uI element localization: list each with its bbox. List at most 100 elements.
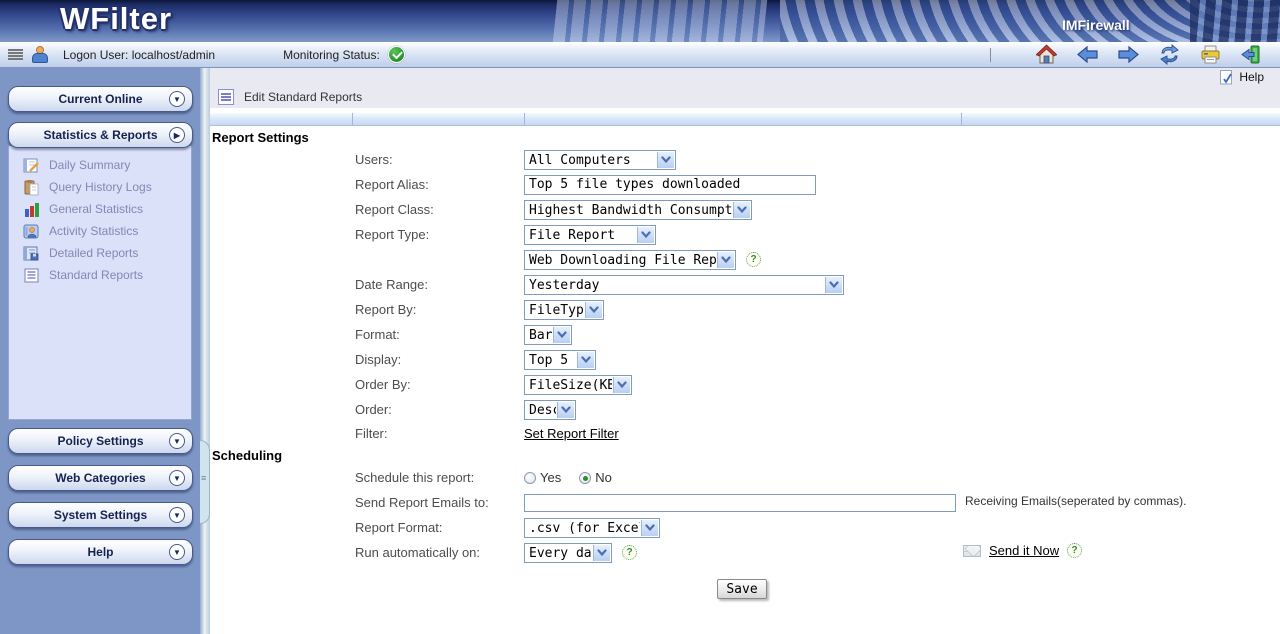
logon-user-label: Logon User: localhost/admin xyxy=(63,48,215,62)
send-it-now-link[interactable]: Send it Now xyxy=(989,543,1059,558)
schedule-no-label: No xyxy=(595,470,612,485)
report-subtype-row: Web Downloading File Report ? xyxy=(210,247,1280,272)
query-history-logs-icon xyxy=(23,179,40,196)
user-icon xyxy=(32,46,49,63)
chevron-down-icon xyxy=(637,227,654,243)
date-range-select[interactable]: Yesterday xyxy=(524,275,844,295)
envelope-icon xyxy=(963,545,981,557)
users-select[interactable]: All Computers xyxy=(524,150,676,170)
home-icon[interactable] xyxy=(1036,44,1057,65)
back-arrow-icon[interactable] xyxy=(1077,44,1098,65)
chevron-down-icon xyxy=(613,377,630,393)
schedule-report-label: Schedule this report: xyxy=(355,470,524,485)
set-report-filter-link[interactable]: Set Report Filter xyxy=(524,426,619,441)
filter-row: Filter: Set Report Filter xyxy=(210,422,1280,444)
help-link[interactable]: Help xyxy=(1239,70,1264,84)
refresh-icon[interactable] xyxy=(1159,44,1180,65)
report-format-label: Report Format: xyxy=(355,520,524,535)
run-automatically-select[interactable]: Every day xyxy=(524,543,612,563)
chevron-down-icon xyxy=(585,302,602,318)
report-class-row: Report Class: Highest Bandwidth Consumpt… xyxy=(210,197,1280,222)
report-alias-input[interactable] xyxy=(524,175,816,195)
top-toolbar: Logon User: localhost/admin Monitoring S… xyxy=(0,42,1280,68)
sidebar-button-help[interactable]: Help ▼ xyxy=(8,539,193,565)
toolbar-separator xyxy=(990,48,991,62)
activity-statistics-icon xyxy=(23,223,40,240)
report-type-row: Report Type: File Report xyxy=(210,222,1280,247)
sidebar-button-policy-settings[interactable]: Policy Settings ▼ xyxy=(8,428,193,454)
sidebar-collapse-handle[interactable] xyxy=(200,440,210,524)
order-by-label: Order By: xyxy=(355,377,524,392)
chevron-down-icon: ▼ xyxy=(169,91,185,107)
receiving-emails-hint: Receiving Emails(seperated by commas). xyxy=(965,494,1186,508)
report-class-select[interactable]: Highest Bandwidth Consumption xyxy=(524,200,752,220)
menu-icon[interactable] xyxy=(8,49,23,61)
chevron-down-icon xyxy=(657,152,674,168)
building-decoration xyxy=(553,0,767,42)
sidebar-button-current-online[interactable]: Current Online ▼ xyxy=(8,86,193,112)
sidebar-item-activity-statistics[interactable]: Activity Statistics xyxy=(9,220,191,242)
display-label: Display: xyxy=(355,352,524,367)
chevron-down-icon xyxy=(553,327,570,343)
sidebar-button-system-settings[interactable]: System Settings ▼ xyxy=(8,502,193,528)
help-row: Help xyxy=(210,68,1280,86)
daily-summary-icon xyxy=(23,157,40,174)
sidebar-item-detailed-reports[interactable]: Detailed Reports xyxy=(9,242,191,264)
schedule-no-radio[interactable] xyxy=(579,472,591,484)
report-type-select[interactable]: File Report xyxy=(524,225,656,245)
section-scheduling: Scheduling xyxy=(212,448,1280,463)
send-report-emails-row: Send Report Emails to: Receiving Emails(… xyxy=(210,490,1280,515)
monitoring-status-label: Monitoring Status: xyxy=(283,48,380,62)
standard-reports-icon xyxy=(23,267,40,284)
report-subtype-select[interactable]: Web Downloading File Report xyxy=(524,250,736,270)
save-button[interactable]: Save xyxy=(717,579,767,599)
display-select[interactable]: Top 5 xyxy=(524,350,596,370)
help-question-icon[interactable]: ? xyxy=(746,252,761,267)
wfilter-logo: WFilter xyxy=(60,1,172,37)
sidebar: Current Online ▼ Statistics & Reports ▶ … xyxy=(0,68,200,634)
chevron-down-icon xyxy=(593,545,610,561)
chevron-down-icon: ▼ xyxy=(169,507,185,523)
order-label: Order: xyxy=(355,402,524,417)
report-format-select[interactable]: .csv (for Excel) xyxy=(524,518,660,538)
run-automatically-label: Run automatically on: xyxy=(355,545,524,560)
sidebar-splitter xyxy=(200,68,210,634)
order-by-select[interactable]: FileSize(KB) xyxy=(524,375,632,395)
chevron-down-icon xyxy=(733,202,750,218)
order-select[interactable]: Desc xyxy=(524,400,576,420)
help-doc-icon xyxy=(1220,70,1233,85)
table-header-band xyxy=(210,112,1280,126)
detailed-reports-icon xyxy=(23,245,40,262)
sidebar-item-query-history-logs[interactable]: Query History Logs xyxy=(9,176,191,198)
date-range-row: Date Range: Yesterday xyxy=(210,272,1280,297)
statistics-menu-panel: Daily Summary Query History Logs xyxy=(8,146,192,420)
content-area: Help Edit Standard Reports Report Settin… xyxy=(210,68,1280,634)
format-select[interactable]: Bar xyxy=(524,325,572,345)
sidebar-item-daily-summary[interactable]: Daily Summary xyxy=(9,154,191,176)
sidebar-button-statistics-reports[interactable]: Statistics & Reports ▶ xyxy=(8,122,193,148)
section-report-settings: Report Settings xyxy=(212,130,1280,145)
chevron-down-icon: ▼ xyxy=(169,433,185,449)
sidebar-item-standard-reports[interactable]: Standard Reports xyxy=(9,264,191,286)
filter-label: Filter: xyxy=(355,426,524,441)
users-label: Users: xyxy=(355,152,524,167)
chevron-down-icon xyxy=(577,352,594,368)
edit-report-doc-icon xyxy=(218,89,234,105)
date-range-label: Date Range: xyxy=(355,277,524,292)
report-by-select[interactable]: FileType xyxy=(524,300,604,320)
sidebar-item-general-statistics[interactable]: General Statistics xyxy=(9,198,191,220)
building-decoration-right xyxy=(1190,0,1280,42)
logout-icon[interactable] xyxy=(1241,44,1262,65)
page-title: Edit Standard Reports xyxy=(244,90,362,104)
chevron-down-icon xyxy=(825,277,842,293)
sidebar-button-web-categories[interactable]: Web Categories ▼ xyxy=(8,465,193,491)
help-question-icon[interactable]: ? xyxy=(622,545,637,560)
report-alias-row: Report Alias: xyxy=(210,172,1280,197)
display-row: Display: Top 5 xyxy=(210,347,1280,372)
help-question-icon[interactable]: ? xyxy=(1067,543,1082,558)
chevron-down-icon: ▼ xyxy=(169,544,185,560)
send-report-emails-input[interactable] xyxy=(524,494,956,512)
print-icon[interactable] xyxy=(1200,44,1221,65)
forward-arrow-icon[interactable] xyxy=(1118,44,1139,65)
schedule-yes-radio[interactable] xyxy=(524,472,536,484)
